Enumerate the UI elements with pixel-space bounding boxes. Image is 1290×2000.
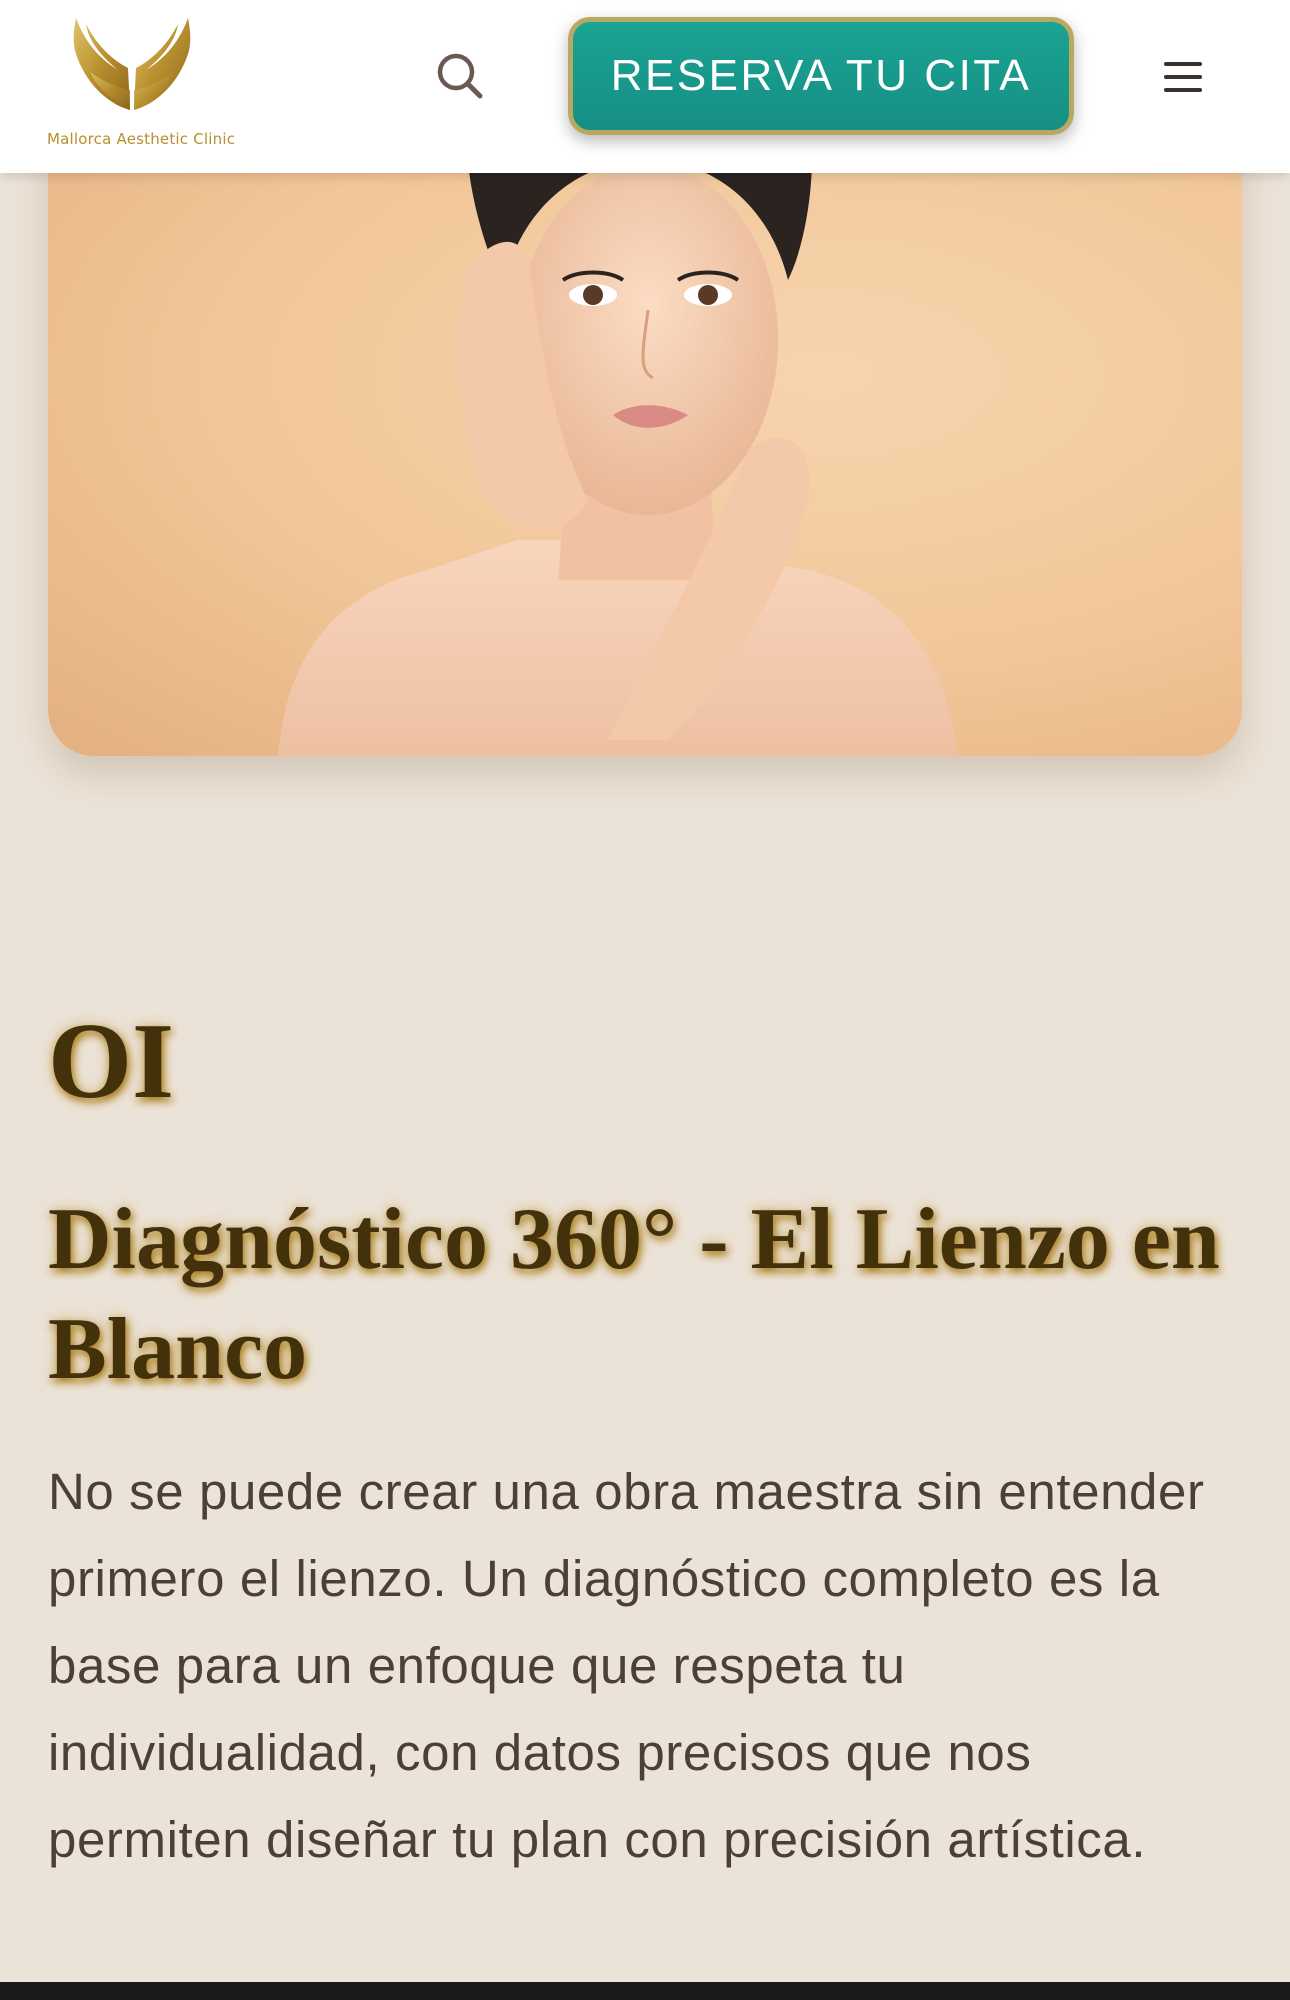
wings-logo-icon xyxy=(73,18,191,110)
search-button[interactable] xyxy=(434,50,486,102)
portrait-illustration xyxy=(278,120,958,756)
hero-image xyxy=(48,120,1242,756)
section-title: Diagnóstico 360° - El Lienzo en Blanco xyxy=(48,1191,1220,1398)
book-appointment-button[interactable]: RESERVA TU CITA xyxy=(568,17,1074,135)
hamburger-menu-icon[interactable] xyxy=(1160,58,1206,96)
logo-text: Mallorca Aesthetic Clinic xyxy=(47,130,236,148)
site-header: Mallorca Aesthetic Clinic RESERVA TU CIT… xyxy=(0,0,1290,173)
section-number: OI xyxy=(48,1002,175,1121)
footer-bar xyxy=(0,1982,1290,2000)
section-description: No se puede crear una obra maestra sin e… xyxy=(48,1463,1205,1868)
clinic-logo[interactable]: Mallorca Aesthetic Clinic xyxy=(44,14,235,148)
search-icon xyxy=(437,53,483,99)
